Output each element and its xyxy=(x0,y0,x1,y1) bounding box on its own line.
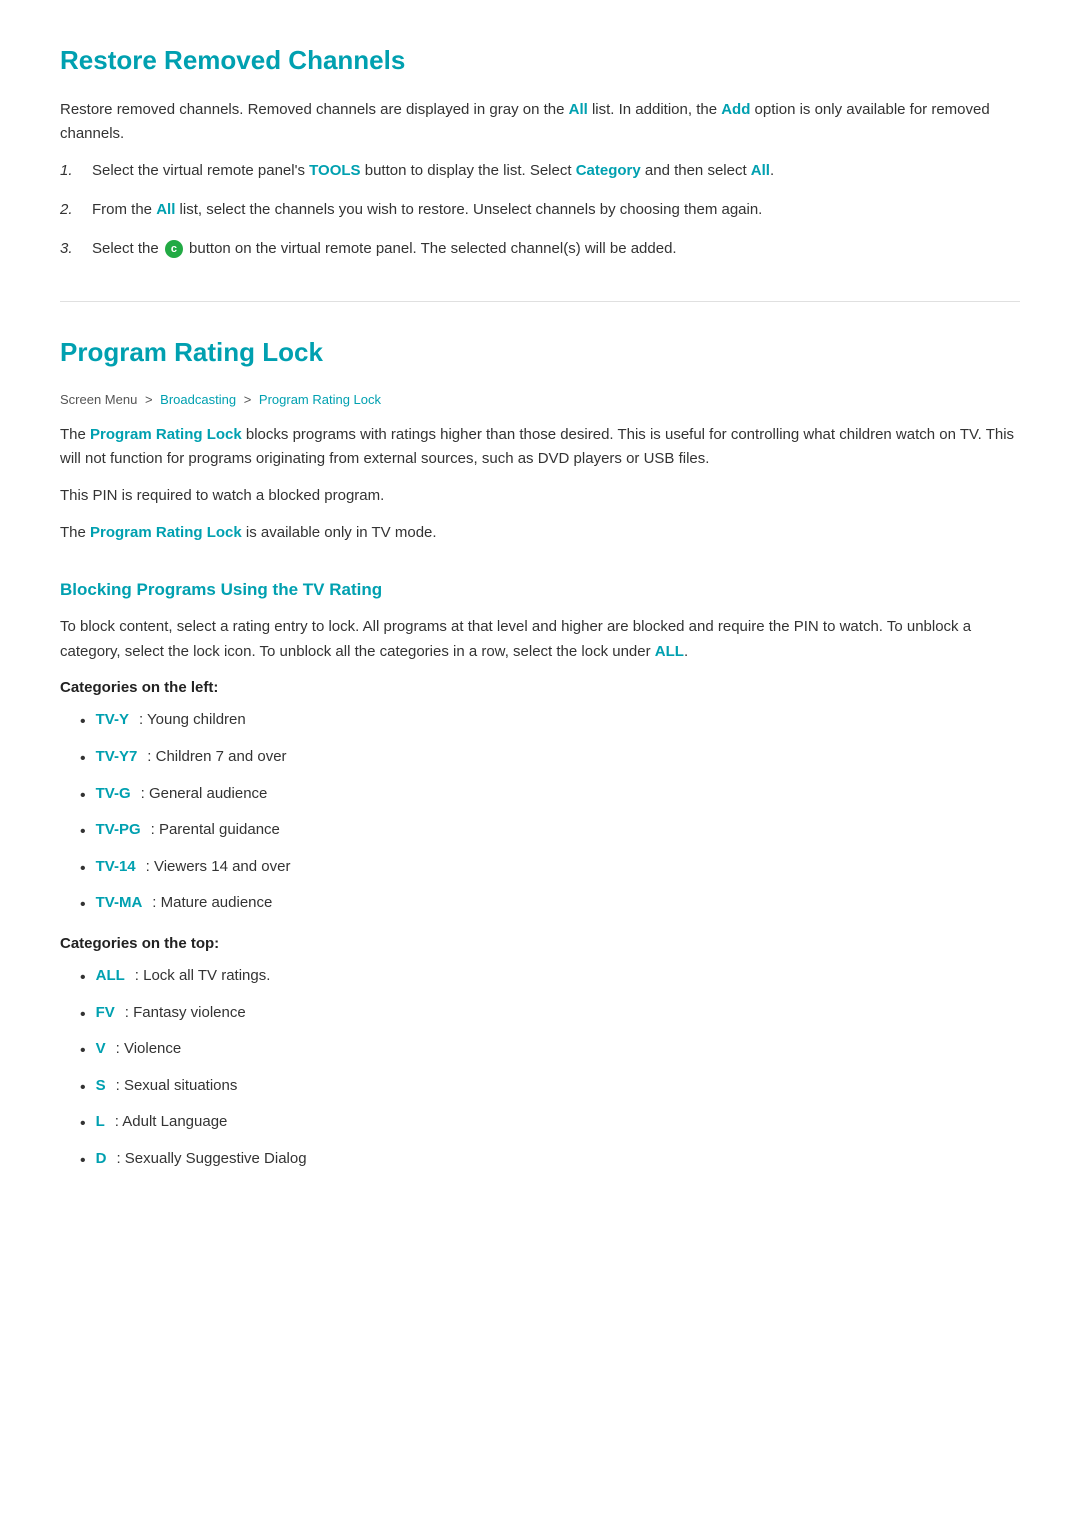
step-2-text: From the All list, select the channels y… xyxy=(92,198,762,223)
program-rating-para3: The Program Rating Lock is available onl… xyxy=(60,521,1020,546)
list-item: TV-Y : Young children xyxy=(80,708,1020,735)
breadcrumb-link-broadcasting: Broadcasting xyxy=(160,392,236,407)
breadcrumb-sep2: > xyxy=(244,392,255,407)
category-desc: : Children 7 and over xyxy=(147,745,286,769)
step-2-num: 2. xyxy=(60,198,80,223)
category-key: TV-PG xyxy=(96,818,141,842)
category-key: TV-Y7 xyxy=(96,745,138,769)
categories-top-label: Categories on the top: xyxy=(60,932,1020,956)
category-key: D xyxy=(96,1147,107,1171)
list-item: FV : Fantasy violence xyxy=(80,1001,1020,1028)
step-3: 3. Select the c button on the virtual re… xyxy=(60,237,1020,262)
step-1-num: 1. xyxy=(60,159,80,184)
category-desc: : Sexually Suggestive Dialog xyxy=(116,1147,306,1171)
list-item: S : Sexual situations xyxy=(80,1074,1020,1101)
restore-channels-intro: Restore removed channels. Removed channe… xyxy=(60,98,1020,148)
category-desc: : Mature audience xyxy=(152,891,272,915)
section-program-rating-lock: Program Rating Lock Screen Menu > Broadc… xyxy=(60,332,1020,1173)
list-item: L : Adult Language xyxy=(80,1110,1020,1137)
section-divider xyxy=(60,301,1020,302)
step-1-text: Select the virtual remote panel's TOOLS … xyxy=(92,159,774,184)
green-c-button: c xyxy=(165,240,183,258)
category-key: L xyxy=(96,1110,105,1134)
restore-channels-steps: 1. Select the virtual remote panel's TOO… xyxy=(60,159,1020,261)
list-item: TV-G : General audience xyxy=(80,782,1020,809)
program-rating-para1: The Program Rating Lock blocks programs … xyxy=(60,423,1020,473)
list-item: TV-Y7 : Children 7 and over xyxy=(80,745,1020,772)
list-item: V : Violence xyxy=(80,1037,1020,1064)
program-rating-para2: This PIN is required to watch a blocked … xyxy=(60,484,1020,509)
category-desc: : Parental guidance xyxy=(151,818,280,842)
category-key: FV xyxy=(96,1001,115,1025)
category-desc: : General audience xyxy=(141,782,268,806)
categories-top-list: ALL : Lock all TV ratings. FV : Fantasy vio… xyxy=(60,964,1020,1174)
category-desc: : Adult Language xyxy=(115,1110,228,1134)
list-item: TV-PG : Parental guidance xyxy=(80,818,1020,845)
category-desc: : Violence xyxy=(116,1037,182,1061)
breadcrumb: Screen Menu > Broadcasting > Program Rat… xyxy=(60,390,1020,411)
step-3-text: Select the c button on the virtual remot… xyxy=(92,237,677,262)
list-item: D : Sexually Suggestive Dialog xyxy=(80,1147,1020,1174)
category-desc: : Viewers 14 and over xyxy=(146,855,291,879)
category-key: TV-Y xyxy=(96,708,129,732)
category-key: TV-G xyxy=(96,782,131,806)
category-desc: : Sexual situations xyxy=(116,1074,238,1098)
program-rating-lock-title: Program Rating Lock xyxy=(60,332,1020,374)
category-key: S xyxy=(96,1074,106,1098)
blocking-programs-title: Blocking Programs Using the TV Rating xyxy=(60,576,1020,603)
category-key: ALL xyxy=(96,964,125,988)
category-key: TV-MA xyxy=(96,891,143,915)
step-2: 2. From the All list, select the channel… xyxy=(60,198,1020,223)
breadcrumb-link-program-rating-lock: Program Rating Lock xyxy=(259,392,381,407)
blocking-programs-para1: To block content, select a rating entry … xyxy=(60,615,1020,665)
categories-left-label: Categories on the left: xyxy=(60,676,1020,700)
breadcrumb-sep1: > xyxy=(145,392,156,407)
step-3-num: 3. xyxy=(60,237,80,262)
list-item: TV-MA : Mature audience xyxy=(80,891,1020,918)
categories-left-list: TV-Y : Young childrenTV-Y7 : Children 7 an… xyxy=(60,708,1020,918)
section-restore-channels: Restore Removed Channels Restore removed… xyxy=(60,40,1020,261)
category-key: TV-14 xyxy=(96,855,136,879)
category-key: V xyxy=(96,1037,106,1061)
list-item: ALL : Lock all TV ratings. xyxy=(80,964,1020,991)
breadcrumb-prefix: Screen Menu xyxy=(60,392,137,407)
category-desc: : Lock all TV ratings. xyxy=(135,964,271,988)
subsection-blocking-programs: Blocking Programs Using the TV Rating To… xyxy=(60,576,1020,1174)
step-1: 1. Select the virtual remote panel's TOO… xyxy=(60,159,1020,184)
category-desc: : Young children xyxy=(139,708,246,732)
list-item: TV-14 : Viewers 14 and over xyxy=(80,855,1020,882)
category-desc: : Fantasy violence xyxy=(125,1001,246,1025)
restore-channels-title: Restore Removed Channels xyxy=(60,40,1020,82)
